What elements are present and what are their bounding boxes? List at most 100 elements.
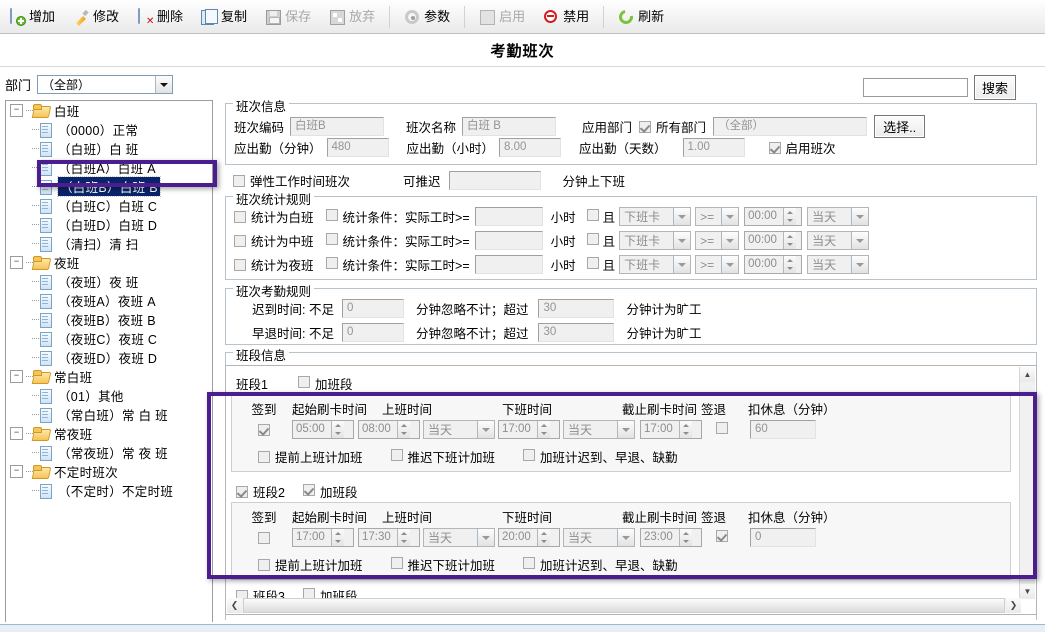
toolbar-button-disable[interactable]: 禁用 xyxy=(534,3,598,31)
stat-time-spinner[interactable]: 00:00 xyxy=(744,207,803,226)
segments-scroll-panel[interactable]: 班段1 加班段 签到 起始刷卡时间 上班时间 下班时间 截止刷卡时间 签退 扣休息（分钟） 05:… xyxy=(225,365,1037,615)
segment-signin-checkbox[interactable] xyxy=(258,423,270,436)
segment-signin-checkbox[interactable] xyxy=(258,531,270,544)
flexible-hours-checkbox[interactable] xyxy=(233,174,245,187)
overtime-segment-checkbox[interactable] xyxy=(302,484,315,496)
enable-shift-checkbox[interactable] xyxy=(768,141,781,154)
stat-operator-select[interactable]: >= xyxy=(695,231,740,250)
tree-item[interactable]: （白班D）白班 D xyxy=(6,215,212,234)
tree-item[interactable]: （白班B）白班 B xyxy=(6,176,212,197)
spinner-buttons[interactable] xyxy=(783,256,797,273)
spinner-buttons[interactable] xyxy=(783,208,797,225)
stat-and-checkbox[interactable] xyxy=(586,233,599,245)
shift-tree[interactable]: − 白班 （0000）正常 （白班）白 班 （白班A）白班 A （白班B）白班 B （白班C… xyxy=(5,100,213,625)
tree-folder[interactable]: − 不定时班次 xyxy=(6,462,212,481)
stat-condition-checkbox[interactable] xyxy=(325,209,338,221)
stat-time-spinner[interactable]: 00:00 xyxy=(744,231,803,250)
segment-on-day-select[interactable]: 当天 xyxy=(423,420,495,439)
overtime-late-early-absent-checkbox[interactable] xyxy=(523,557,536,569)
stat-card-select[interactable]: 下班卡 xyxy=(619,207,692,226)
tree-folder[interactable]: − 夜班 xyxy=(6,253,212,272)
shift-code-value[interactable]: 白班B xyxy=(290,117,385,136)
tree-folder[interactable]: − 常白班 xyxy=(6,367,212,386)
tree-item[interactable]: （清扫）清 扫 xyxy=(6,234,212,253)
toolbar-button-copy[interactable]: 复制 xyxy=(192,3,256,31)
tree-item[interactable]: （夜班C）夜班 C xyxy=(6,329,212,348)
stat-and-checkbox[interactable] xyxy=(586,209,599,221)
segment-on-time-spinner[interactable]: 17:30 xyxy=(358,528,420,547)
segment-signout-checkbox[interactable] xyxy=(716,422,728,434)
horizontal-scroll-thumb[interactable] xyxy=(243,598,1005,613)
spinner-buttons[interactable] xyxy=(537,529,550,546)
tree-item[interactable]: （夜班）夜 班 xyxy=(6,272,212,291)
search-input[interactable] xyxy=(863,78,968,97)
delay-value[interactable] xyxy=(448,171,541,190)
all-departments-checkbox[interactable] xyxy=(639,120,652,133)
scroll-down-arrow[interactable]: ▼ xyxy=(1020,584,1035,599)
tree-item[interactable]: （夜班B）夜班 B xyxy=(6,310,212,329)
segment-deduct-rest-value[interactable]: 0 xyxy=(750,528,816,547)
expand-collapse-icon[interactable]: − xyxy=(10,465,23,478)
stat-day-select[interactable]: 当天 xyxy=(807,207,870,226)
segments-vertical-scrollbar[interactable]: ▲ ▼ xyxy=(1019,367,1035,599)
tree-folder[interactable]: − 白班 xyxy=(6,101,212,120)
segment-on-day-select[interactable]: 当天 xyxy=(423,528,495,547)
segment-off-time-spinner[interactable]: 17:00 xyxy=(498,420,560,439)
late-overtime-checkbox[interactable] xyxy=(390,449,403,461)
search-button[interactable]: 搜索 xyxy=(974,75,1017,100)
segment-on-time-spinner[interactable]: 08:00 xyxy=(358,420,420,439)
attendance-absent-minutes[interactable]: 30 xyxy=(538,299,615,318)
segments-horizontal-scrollbar[interactable]: ❮ ❯ xyxy=(227,598,1021,613)
spinner-buttons[interactable] xyxy=(679,421,692,438)
segment-end-card-spinner[interactable]: 23:00 xyxy=(640,528,702,547)
expand-collapse-icon[interactable]: − xyxy=(10,370,23,383)
stat-hours-input[interactable] xyxy=(474,255,543,274)
tree-item[interactable]: （夜班A）夜班 A xyxy=(6,291,212,310)
toolbar-button-delete[interactable]: ✕ 删除 xyxy=(128,3,192,31)
spinner-buttons[interactable] xyxy=(397,421,410,438)
spinner-buttons[interactable] xyxy=(679,529,692,546)
late-overtime-checkbox[interactable] xyxy=(390,557,403,569)
segment-end-card-spinner[interactable]: 17:00 xyxy=(640,420,702,439)
scroll-right-arrow[interactable]: ❯ xyxy=(1006,598,1021,613)
stat-time-spinner[interactable]: 00:00 xyxy=(744,255,803,274)
segment-off-time-spinner[interactable]: 20:00 xyxy=(498,528,560,547)
required-hours-value[interactable]: 8.00 xyxy=(499,138,562,157)
scroll-left-arrow[interactable]: ❮ xyxy=(227,598,242,613)
attendance-ignore-minutes[interactable]: 0 xyxy=(341,323,404,342)
stat-operator-select[interactable]: >= xyxy=(695,255,740,274)
overtime-segment-checkbox[interactable] xyxy=(297,376,310,388)
department-select[interactable]: （全部） xyxy=(37,75,174,94)
tree-item[interactable]: （常白班）常 白 班 xyxy=(6,405,212,424)
segment-off-day-select[interactable]: 当天 xyxy=(563,528,635,547)
attendance-absent-minutes[interactable]: 30 xyxy=(538,323,615,342)
stat-as-checkbox[interactable] xyxy=(234,258,246,271)
spinner-buttons[interactable] xyxy=(397,529,410,546)
expand-collapse-icon[interactable]: − xyxy=(10,104,23,117)
stat-card-select[interactable]: 下班卡 xyxy=(619,255,692,274)
toolbar-button-edit[interactable]: 修改 xyxy=(64,3,128,31)
spinner-buttons[interactable] xyxy=(537,421,550,438)
stat-and-checkbox[interactable] xyxy=(586,257,599,269)
tree-item[interactable]: （白班）白 班 xyxy=(6,139,212,158)
stat-card-select[interactable]: 下班卡 xyxy=(619,231,692,250)
toolbar-button-params[interactable]: 参数 xyxy=(395,3,459,31)
segment-start-card-spinner[interactable]: 17:00 xyxy=(292,528,354,547)
stat-hours-input[interactable] xyxy=(474,231,543,250)
scroll-up-arrow[interactable]: ▲ xyxy=(1020,367,1035,382)
early-overtime-checkbox[interactable] xyxy=(258,450,270,463)
stat-day-select[interactable]: 当天 xyxy=(807,255,870,274)
segment-deduct-rest-value[interactable]: 60 xyxy=(750,420,816,439)
required-minutes-value[interactable]: 480 xyxy=(326,138,389,157)
tree-item[interactable]: （白班A）白班 A xyxy=(6,158,212,177)
tree-folder[interactable]: − 常夜班 xyxy=(6,424,212,443)
tree-item[interactable]: （常夜班）常 夜 班 xyxy=(6,443,212,462)
segment-start-card-spinner[interactable]: 05:00 xyxy=(292,420,354,439)
early-overtime-checkbox[interactable] xyxy=(258,558,270,571)
expand-collapse-icon[interactable]: − xyxy=(10,427,23,440)
toolbar-button-add[interactable]: 增加 xyxy=(0,3,64,31)
attendance-ignore-minutes[interactable]: 0 xyxy=(341,299,404,318)
expand-collapse-icon[interactable]: − xyxy=(10,256,23,269)
tree-item[interactable]: （0000）正常 xyxy=(6,120,212,139)
segment-enabled-checkbox[interactable] xyxy=(236,485,248,498)
